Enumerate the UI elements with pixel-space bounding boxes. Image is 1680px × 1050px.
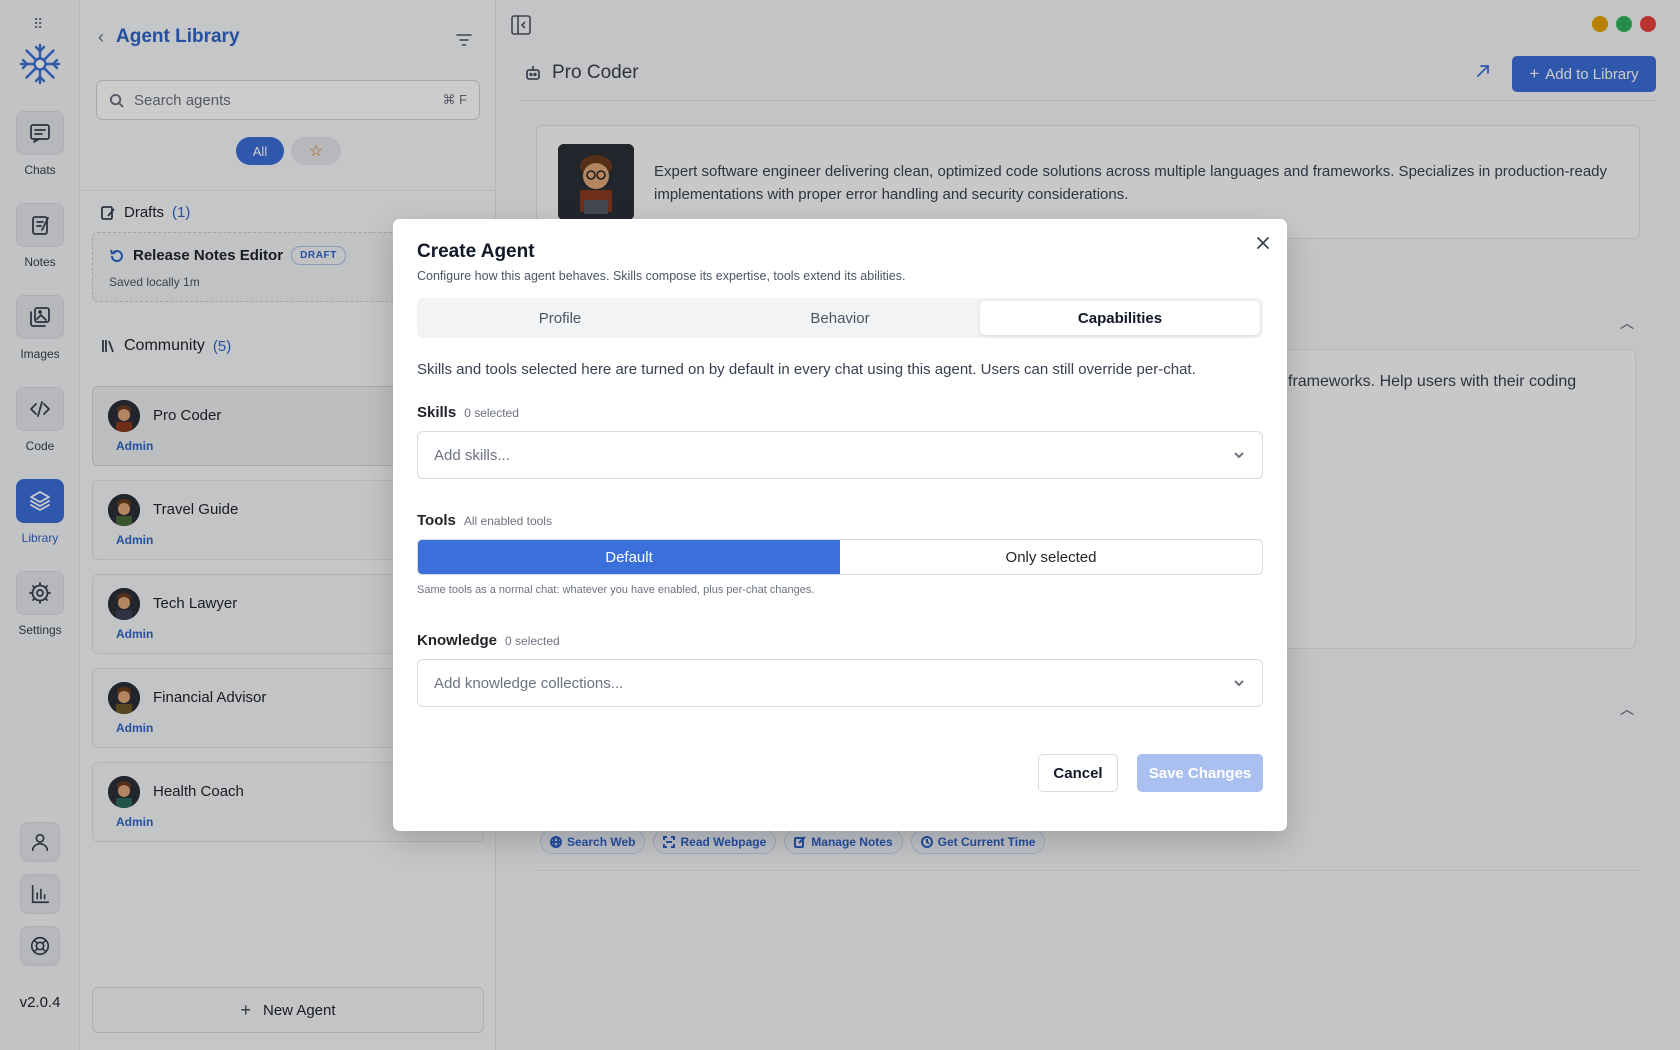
skills-label: Skills xyxy=(417,404,457,421)
skills-placeholder: Add skills... xyxy=(434,446,510,464)
tools-only-selected-option[interactable]: Only selected xyxy=(840,540,1262,574)
chevron-down-icon xyxy=(1234,452,1244,459)
dialog-subtitle: Configure how this agent behaves. Skills… xyxy=(417,269,906,283)
create-agent-dialog: Create Agent Configure how this agent be… xyxy=(393,219,1287,831)
cancel-button[interactable]: Cancel xyxy=(1038,754,1118,792)
dialog-title: Create Agent xyxy=(417,241,535,262)
tools-label: Tools xyxy=(417,512,456,529)
tools-mode-toggle: Default Only selected xyxy=(417,539,1263,575)
knowledge-placeholder: Add knowledge collections... xyxy=(434,674,624,692)
chevron-down-icon xyxy=(1234,680,1244,687)
tools-meta: All enabled tools xyxy=(463,514,552,528)
skills-count: 0 selected xyxy=(464,406,519,420)
dialog-tabs: Profile Behavior Capabilities xyxy=(417,298,1263,338)
close-icon[interactable] xyxy=(1255,235,1271,251)
knowledge-label: Knowledge xyxy=(417,632,498,649)
knowledge-select[interactable]: Add knowledge collections... xyxy=(417,659,1263,707)
tab-capabilities[interactable]: Capabilities xyxy=(980,301,1260,335)
knowledge-count: 0 selected xyxy=(505,634,560,648)
tab-behavior[interactable]: Behavior xyxy=(700,301,980,335)
tools-label-row: Tools All enabled tools xyxy=(417,512,552,529)
knowledge-label-row: Knowledge 0 selected xyxy=(417,632,560,649)
capabilities-intro: Skills and tools selected here are turne… xyxy=(417,361,1196,378)
tab-profile[interactable]: Profile xyxy=(420,301,700,335)
skills-label-row: Skills 0 selected xyxy=(417,404,519,421)
skills-select[interactable]: Add skills... xyxy=(417,431,1263,479)
tools-hint: Same tools as a normal chat: whatever yo… xyxy=(417,584,815,596)
save-changes-button[interactable]: Save Changes xyxy=(1137,754,1263,792)
tools-default-option[interactable]: Default xyxy=(418,540,840,574)
